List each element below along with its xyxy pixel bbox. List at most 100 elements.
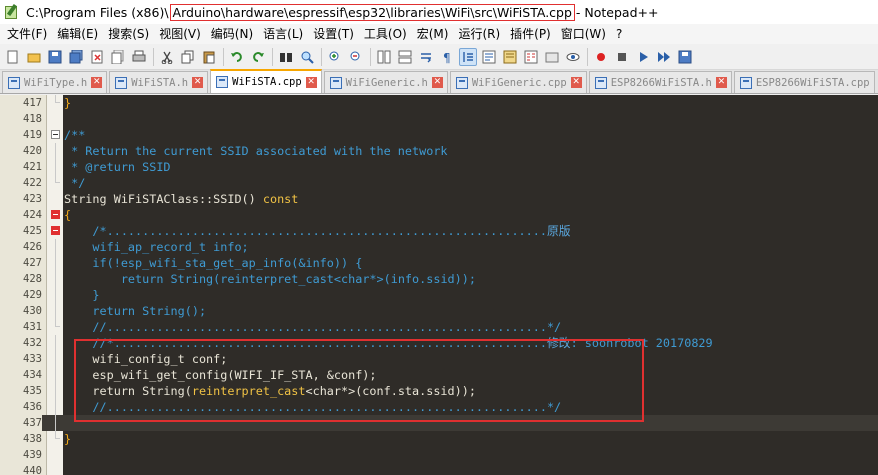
run-macro-multiple-icon[interactable]	[655, 48, 673, 66]
code-text[interactable]: if(!esp_wifi_sta_get_ap_info(&info)) {	[64, 255, 362, 271]
code-text[interactable]: return String(reinterpret_cast<char*>(in…	[64, 271, 476, 287]
find-icon[interactable]	[277, 48, 295, 66]
replace-icon[interactable]	[298, 48, 316, 66]
code-text[interactable]: }	[64, 431, 71, 447]
menu-tools[interactable]: 工具(O)	[359, 24, 412, 44]
file-icon	[8, 76, 20, 89]
tab-esp8266wifista-cpp[interactable]: ESP8266WiFiSTA.cpp	[733, 71, 875, 93]
code-text[interactable]: wifi_config_t conf;	[64, 351, 227, 367]
menu-encoding[interactable]: 编码(N)	[206, 24, 258, 44]
close-all-icon[interactable]	[109, 48, 127, 66]
tab-wifista-cpp[interactable]: WiFiSTA.cpp ✕	[210, 69, 322, 93]
sync-vertical-icon[interactable]	[375, 48, 393, 66]
code-line: 420 * Return the current SSID associated…	[0, 143, 878, 159]
close-file-icon[interactable]	[88, 48, 106, 66]
code-text[interactable]: }	[64, 287, 99, 303]
menu-language[interactable]: 语言(L)	[258, 24, 308, 44]
save-macro-icon[interactable]	[676, 48, 694, 66]
menu-settings[interactable]: 设置(T)	[308, 24, 359, 44]
close-tab-icon[interactable]: ✕	[715, 77, 727, 88]
title-path-highlight: Arduino\hardware\espressif\esp32\librari…	[169, 3, 575, 21]
user-language-icon[interactable]	[480, 48, 498, 66]
stop-macro-icon[interactable]	[613, 48, 631, 66]
code-text[interactable]: return String();	[64, 303, 206, 319]
menu-file[interactable]: 文件(F)	[2, 24, 52, 44]
code-text[interactable]: * Return the current SSID associated wit…	[64, 143, 447, 159]
comment-text: return String(	[64, 272, 221, 286]
title-bar: C:\Program Files (x86)\ Arduino\hardware\…	[0, 0, 878, 24]
monitoring-icon[interactable]	[564, 48, 582, 66]
fold-line	[55, 175, 60, 183]
save-icon[interactable]	[46, 48, 64, 66]
code-text[interactable]: * @return SSID	[64, 159, 170, 175]
menu-window[interactable]: 窗口(W)	[556, 24, 611, 44]
fold-toggle-icon[interactable]	[51, 210, 60, 219]
code-text[interactable]: }	[64, 95, 71, 111]
menu-help[interactable]: ?	[611, 24, 627, 44]
undo-icon[interactable]	[228, 48, 246, 66]
close-tab-icon[interactable]: ✕	[570, 77, 582, 88]
toolbar: ¶	[0, 44, 878, 70]
menu-view[interactable]: 视图(V)	[154, 24, 206, 44]
line-number: 424	[23, 209, 42, 221]
code-text[interactable]: String WiFiSTAClass::SSID() const	[64, 191, 298, 207]
file-icon	[455, 76, 468, 89]
code-text[interactable]: */	[64, 175, 85, 191]
tab-wifitype-h[interactable]: WiFiType.h ✕	[2, 71, 108, 93]
menu-run[interactable]: 运行(R)	[453, 24, 505, 44]
code-text[interactable]: //......................................…	[64, 319, 561, 335]
save-all-icon[interactable]	[67, 48, 85, 66]
line-number: 437	[0, 415, 42, 431]
copy-icon[interactable]	[179, 48, 197, 66]
fold-toggle-icon[interactable]	[51, 226, 60, 235]
close-tab-icon[interactable]: ✕	[91, 77, 103, 88]
code-text[interactable]: esp_wifi_get_config(WIFI_IF_STA, &conf);	[64, 367, 376, 383]
zoom-out-icon[interactable]	[347, 48, 365, 66]
word-wrap-icon[interactable]	[417, 48, 435, 66]
menu-search[interactable]: 搜索(S)	[103, 24, 154, 44]
menu-edit[interactable]: 编辑(E)	[52, 24, 103, 44]
menu-plugins[interactable]: 插件(P)	[505, 24, 556, 44]
tab-wifista-h[interactable]: WiFiSTA.h ✕	[109, 71, 209, 93]
line-number: 429	[23, 289, 42, 301]
cut-icon[interactable]	[158, 48, 176, 66]
code-editor[interactable]: 417 } 418 419 /** 420 * Return the curre…	[0, 95, 878, 475]
line-number: 423	[23, 193, 42, 205]
function-list-icon[interactable]	[522, 48, 540, 66]
document-map-icon[interactable]	[501, 48, 519, 66]
menu-bar: 文件(F) 编辑(E) 搜索(S) 视图(V) 编码(N) 语言(L) 设置(T…	[0, 24, 878, 44]
code-line: 436 //..................................…	[0, 399, 878, 415]
fold-line	[55, 255, 56, 271]
indent-guide-icon[interactable]	[459, 47, 477, 66]
play-macro-icon[interactable]	[634, 48, 652, 66]
code-text[interactable]: //*.....................................…	[64, 335, 712, 351]
show-all-characters-icon[interactable]: ¶	[438, 48, 456, 66]
menu-macro[interactable]: 宏(M)	[412, 24, 454, 44]
code-text[interactable]: wifi_ap_record_t info;	[64, 239, 248, 255]
code-text[interactable]: {	[64, 207, 71, 223]
close-tab-icon[interactable]: ✕	[431, 77, 443, 88]
open-file-icon[interactable]	[25, 48, 43, 66]
tab-wifigeneric-cpp[interactable]: WiFiGeneric.cpp ✕	[449, 71, 587, 93]
code-text[interactable]: /*......................................…	[64, 223, 570, 239]
fold-line	[55, 399, 56, 415]
code-text[interactable]: //......................................…	[64, 399, 561, 415]
paste-icon[interactable]	[200, 48, 218, 66]
comment-text: <char*>(info.ssid));	[333, 272, 476, 286]
new-file-icon[interactable]	[4, 48, 22, 66]
code-text[interactable]: /**	[64, 127, 85, 143]
code-line: 439	[0, 447, 878, 463]
sync-horizontal-icon[interactable]	[396, 48, 414, 66]
tab-wifigeneric-h[interactable]: WiFiGeneric.h ✕	[323, 71, 448, 93]
fold-toggle-icon[interactable]	[51, 130, 60, 139]
print-icon[interactable]	[130, 48, 148, 66]
title-suffix: - Notepad++	[575, 4, 659, 20]
zoom-in-icon[interactable]	[326, 48, 344, 66]
redo-icon[interactable]	[249, 48, 267, 66]
close-tab-icon[interactable]: ✕	[192, 77, 204, 88]
folder-workspace-icon[interactable]	[543, 48, 561, 66]
record-macro-icon[interactable]	[592, 48, 610, 66]
code-text[interactable]: return String(reinterpret_cast<char*>(co…	[64, 383, 476, 399]
close-tab-icon[interactable]: ✕	[305, 76, 317, 88]
tab-esp8266wifista-h[interactable]: ESP8266WiFiSTA.h ✕	[588, 71, 732, 93]
